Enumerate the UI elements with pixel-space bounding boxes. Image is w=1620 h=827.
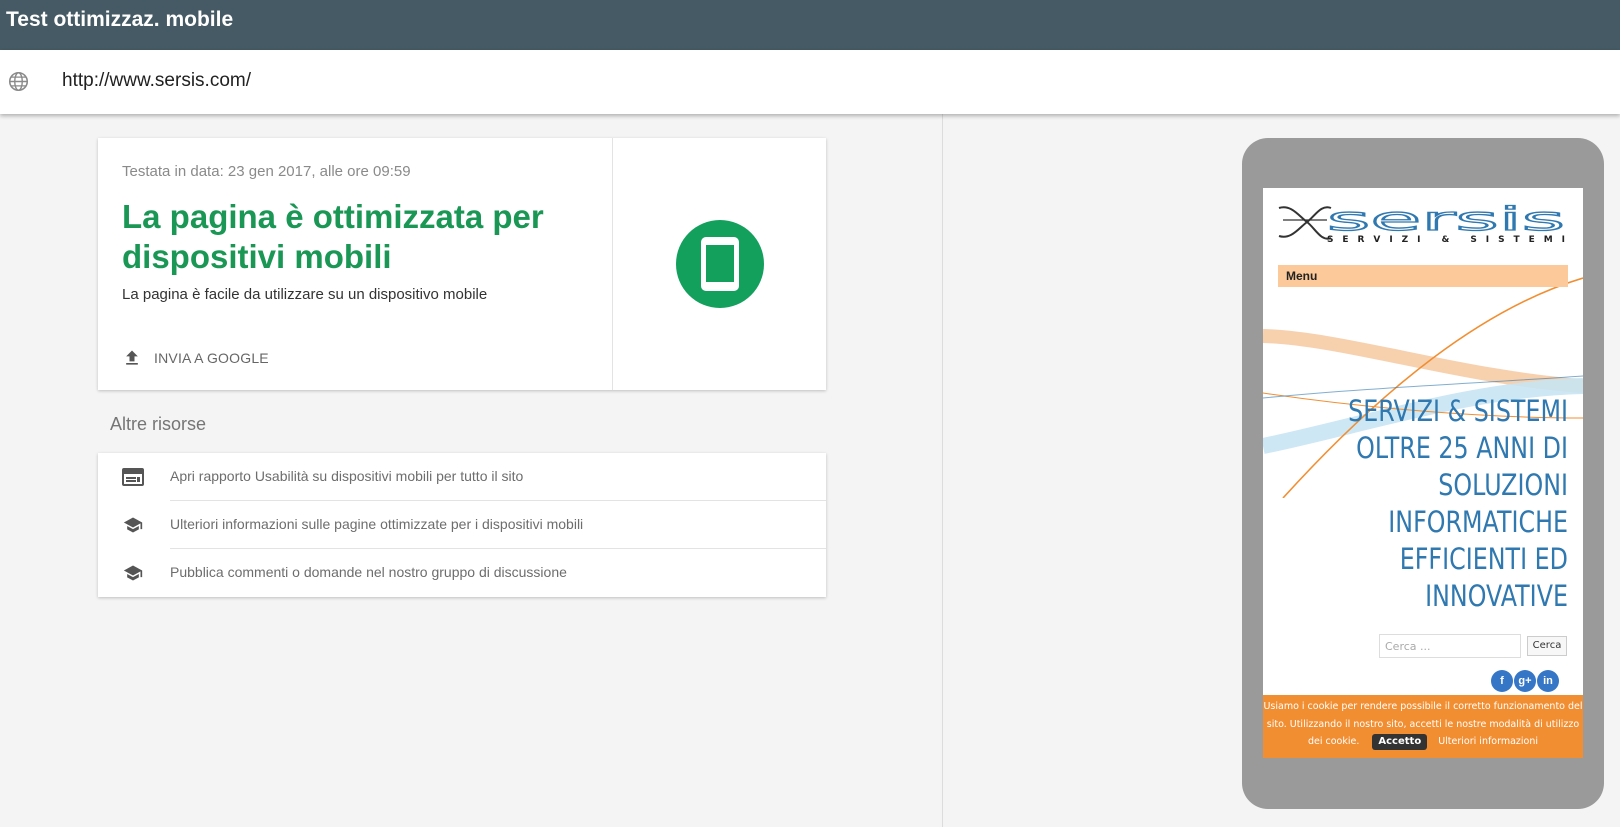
preview-search-input[interactable]: Cerca ... [1379,634,1521,658]
hero-line: SOLUZIONI [1438,468,1568,502]
test-timestamp: Testata in data: 23 gen 2017, alle ore 0… [122,163,411,180]
cookie-text-line3: dei cookie. [1307,736,1360,747]
resource-item-usability-report[interactable]: Apri rapporto Usabilità su dispositivi m… [98,453,826,501]
mobile-preview-screen: sersis SERVIZI & SISTEMI Menu SERVIZI & … [1263,188,1583,758]
browser-window-icon [122,468,144,486]
panel-divider [942,114,943,827]
upload-icon [126,350,138,365]
globe-icon [8,71,29,92]
result-headline-line2: dispositivi mobili [122,238,392,275]
google-plus-icon[interactable]: g+ [1514,670,1536,692]
logo-name: sersis [1327,202,1565,238]
school-icon [123,565,143,581]
resources-list: Apri rapporto Usabilità su dispositivi m… [98,453,826,597]
submit-to-google-label: INVIA A GOOGLE [154,350,269,366]
hero-line: SERVIZI & SISTEMI [1348,394,1568,428]
facebook-icon[interactable]: f [1491,670,1513,692]
url-bar[interactable]: http://www.sersis.com/ [0,50,1620,114]
resource-item-label: Apri rapporto Usabilità su dispositivi m… [170,468,524,484]
card-separator [612,138,613,390]
preview-hero-text: SERVIZI & SISTEMI OLTRE 25 ANNI DI SOLUZ… [1330,393,1568,615]
resource-item-learn-more[interactable]: Ulteriori informazioni sulle pagine otti… [98,501,826,549]
resource-item-discussion-group[interactable]: Pubblica commenti o domande nel nostro g… [98,549,826,597]
app-header: Test ottimizzaz. mobile [0,0,1620,50]
hero-line: INFORMATICHE [1388,505,1568,539]
cookie-more-info-link[interactable]: Ulteriori informazioni [1438,736,1538,747]
linkedin-icon[interactable]: in [1537,670,1559,692]
app-title: Test ottimizzaz. mobile [6,8,234,31]
preview-menu-button[interactable]: Menu [1278,265,1568,287]
hero-line: EFFICIENTI ED [1399,542,1568,576]
mobile-friendly-badge [676,220,764,308]
resource-item-label: Ulteriori informazioni sulle pagine otti… [170,516,584,532]
resource-item-label: Pubblica commenti o domande nel nostro g… [170,564,567,580]
preview-search-button[interactable]: Cerca [1527,636,1567,656]
result-headline: La pagina è ottimizzata per dispositivi … [122,197,562,277]
hero-line: INNOVATIVE [1425,579,1568,613]
cookie-accept-button[interactable]: Accetto [1372,734,1428,750]
result-card: Testata in data: 23 gen 2017, alle ore 0… [98,138,826,390]
cookie-text-line1: Usiamo i cookie per rendere possibile il… [1263,701,1583,712]
url-input[interactable]: http://www.sersis.com/ [62,70,251,92]
result-headline-line1: La pagina è ottimizzata per [122,198,544,235]
result-subtitle: La pagina è facile da utilizzare su un d… [122,286,488,303]
resources-heading: Altre risorse [110,414,207,434]
logo-tagline: SERVIZI & SISTEMI [1327,235,1565,244]
cookie-text-line2: sito. Utilizzando il nostro sito, accett… [1266,718,1580,730]
hero-line: OLTRE 25 ANNI DI [1356,431,1568,465]
sersis-logo: sersis SERVIZI & SISTEMI [1278,202,1566,244]
smartphone-icon [701,237,739,291]
school-icon [123,517,143,533]
submit-to-google-button[interactable]: INVIA A GOOGLE [122,345,269,371]
cookie-banner: Usiamo i cookie per rendere possibile il… [1263,695,1583,758]
